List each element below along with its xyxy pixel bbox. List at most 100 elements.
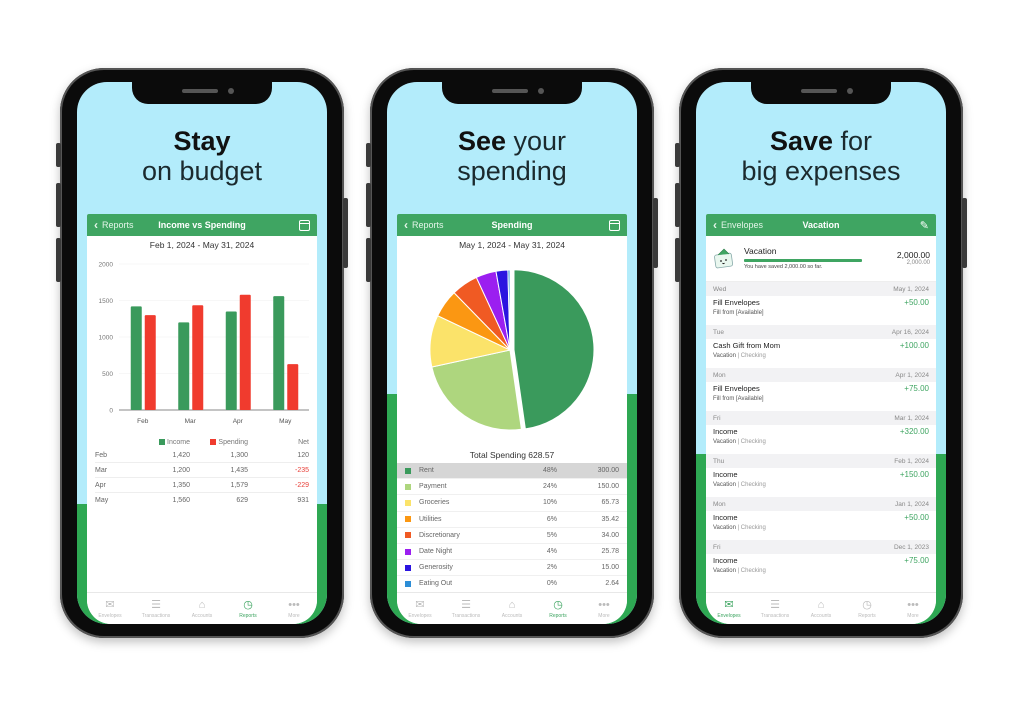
bar-income-feb[interactable] [130, 306, 142, 410]
mute-switch [675, 143, 680, 167]
weekday: Tue [713, 328, 724, 336]
tab-transactions[interactable]: ☰ Transactions [443, 593, 489, 624]
category-color-swatch [405, 499, 411, 506]
headline: Save for big expenses [696, 126, 946, 186]
tab-more[interactable]: ••• More [581, 593, 627, 624]
tab-accounts[interactable]: ⌂ Accounts [179, 593, 225, 624]
x-tick-label: May [279, 418, 292, 425]
category-row[interactable]: Rent 48% 300.00 [397, 463, 627, 480]
category-color-swatch [405, 548, 411, 555]
category-percent: 5% [546, 531, 557, 539]
category-row[interactable]: Eating Out 0% 2.64 [397, 576, 627, 593]
tab-accounts[interactable]: ⌂ Accounts [798, 593, 844, 624]
weekday: Fri [713, 543, 721, 551]
tab-bar: ✉ Envelopes ☰ Transactions ⌂ Accounts ◷ Reports… [87, 592, 317, 624]
transaction-envelope: Vacation [713, 482, 736, 488]
transaction-item[interactable]: Income +150.00 Vacation | Checking [706, 468, 936, 497]
edit-icon[interactable]: ✎ [920, 219, 929, 232]
spending-swatch [210, 438, 217, 445]
date-range[interactable]: May 1, 2024 - May 31, 2024 [397, 236, 627, 252]
transaction-title: Income [713, 470, 738, 479]
y-tick-label: 500 [102, 371, 113, 378]
date-header: Fri Mar 1, 2024 [706, 411, 936, 425]
app-window: ‹ Envelopes Vacation ✎ Vacation You have… [706, 214, 936, 624]
tab-transactions[interactable]: ☰ Transactions [133, 593, 179, 624]
category-row[interactable]: Utilities 6% 35.42 [397, 512, 627, 528]
category-color-swatch [405, 516, 411, 523]
clock-chart-icon: ◷ [243, 598, 253, 611]
envelope-summary[interactable]: Vacation You have saved 2,000.00 so far.… [706, 236, 936, 282]
transaction-amount: +75.00 [904, 384, 929, 393]
transaction-item[interactable]: Fill Envelopes +75.00 Fill from [Available… [706, 382, 936, 411]
transaction-item[interactable]: Income +75.00 Vacation | Checking [706, 554, 936, 583]
calendar-icon[interactable] [609, 219, 620, 231]
transaction-subtitle: Vacation | Checking [713, 353, 929, 359]
transaction-item[interactable]: Income +50.00 Vacation | Checking [706, 511, 936, 540]
tab-label: Accounts [191, 612, 213, 619]
notch [442, 82, 582, 104]
transaction-item[interactable]: Cash Gift from Mom +100.00 Vacation | Chec… [706, 339, 936, 368]
table-row[interactable]: May 1,560 629 931 [95, 493, 309, 508]
tab-label: More [907, 612, 919, 619]
table-row[interactable]: Feb 1,420 1,300 120 [95, 448, 309, 463]
tab-envelopes[interactable]: ✉ Envelopes [397, 593, 443, 624]
tab-envelopes[interactable]: ✉ Envelopes [87, 593, 133, 624]
nav-bar: ‹ Reports Income vs Spending [87, 214, 317, 236]
category-amount: 35.42 [601, 515, 619, 523]
weekday: Mon [713, 500, 726, 508]
date-header: Wed May 1, 2024 [706, 282, 936, 296]
income-cell: 1,200 [172, 466, 190, 474]
category-row[interactable]: Date Night 4% 25.78 [397, 544, 627, 561]
bar-spending-mar[interactable] [192, 305, 204, 410]
y-tick-label: 2000 [99, 262, 114, 269]
tab-label: Envelopes [98, 612, 122, 619]
transaction-subtitle: Fill from [Available] [713, 396, 929, 402]
tab-more[interactable]: ••• More [890, 593, 936, 624]
tab-reports[interactable]: ◷ Reports [225, 593, 271, 624]
chevron-left-icon: ‹ [94, 218, 98, 232]
income-cell: 1,350 [172, 481, 190, 489]
volume-up-button [675, 183, 680, 227]
mute-switch [56, 143, 61, 167]
transaction-title: Cash Gift from Mom [713, 341, 781, 350]
transaction-item[interactable]: Fill Envelopes +50.00 Fill from [Available… [706, 296, 936, 325]
bar-income-mar[interactable] [178, 322, 190, 410]
category-row[interactable]: Discretionary 5% 34.00 [397, 528, 627, 544]
date-range[interactable]: Feb 1, 2024 - May 31, 2024 [87, 236, 317, 252]
tab-more[interactable]: ••• More [271, 593, 317, 624]
more-icon: ••• [907, 598, 919, 611]
legend-net: Net [298, 438, 309, 446]
nav-bar: ‹ Reports Spending [397, 214, 627, 236]
bar-spending-may[interactable] [287, 364, 299, 410]
bar-income-may[interactable] [273, 296, 285, 410]
pie-slice-rent[interactable] [513, 269, 595, 430]
tab-reports[interactable]: ◷ Reports [535, 593, 581, 624]
tab-reports[interactable]: ◷ Reports [844, 593, 890, 624]
date-header: Thu Feb 1, 2024 [706, 454, 936, 468]
category-percent: 48% [542, 467, 557, 475]
tab-transactions[interactable]: ☰ Transactions [752, 593, 798, 624]
category-color-swatch [405, 564, 411, 571]
tab-accounts[interactable]: ⌂ Accounts [489, 593, 535, 624]
tab-label: Envelopes [408, 612, 432, 619]
transaction-envelope: Fill from [Available] [713, 310, 764, 316]
bar-income-apr[interactable] [225, 311, 237, 410]
back-button[interactable]: ‹ Reports [404, 219, 444, 231]
bar-spending-feb[interactable] [144, 315, 156, 410]
transaction-envelope: Fill from [Available] [713, 396, 764, 402]
bar-spending-apr[interactable] [239, 294, 251, 410]
category-row[interactable]: Payment 24% 150.00 [397, 479, 627, 496]
category-row[interactable]: Generosity 2% 15.00 [397, 560, 627, 577]
back-button[interactable]: ‹ Reports [94, 218, 134, 232]
category-amount: 15.00 [601, 564, 619, 572]
table-row[interactable]: Mar 1,200 1,435 -235 [95, 463, 309, 478]
back-button[interactable]: ‹ Envelopes [713, 219, 763, 231]
table-row[interactable]: Apr 1,350 1,579 -229 [95, 478, 309, 493]
transaction-title: Income [713, 556, 738, 565]
tab-envelopes[interactable]: ✉ Envelopes [706, 593, 752, 624]
calendar-icon[interactable] [299, 219, 310, 231]
transaction-item[interactable]: Income +320.00 Vacation | Checking [706, 425, 936, 454]
category-row[interactable]: Groceries 10% 65.73 [397, 495, 627, 512]
tab-label: Reports [549, 612, 567, 619]
legend-income-label: Income [167, 438, 190, 446]
